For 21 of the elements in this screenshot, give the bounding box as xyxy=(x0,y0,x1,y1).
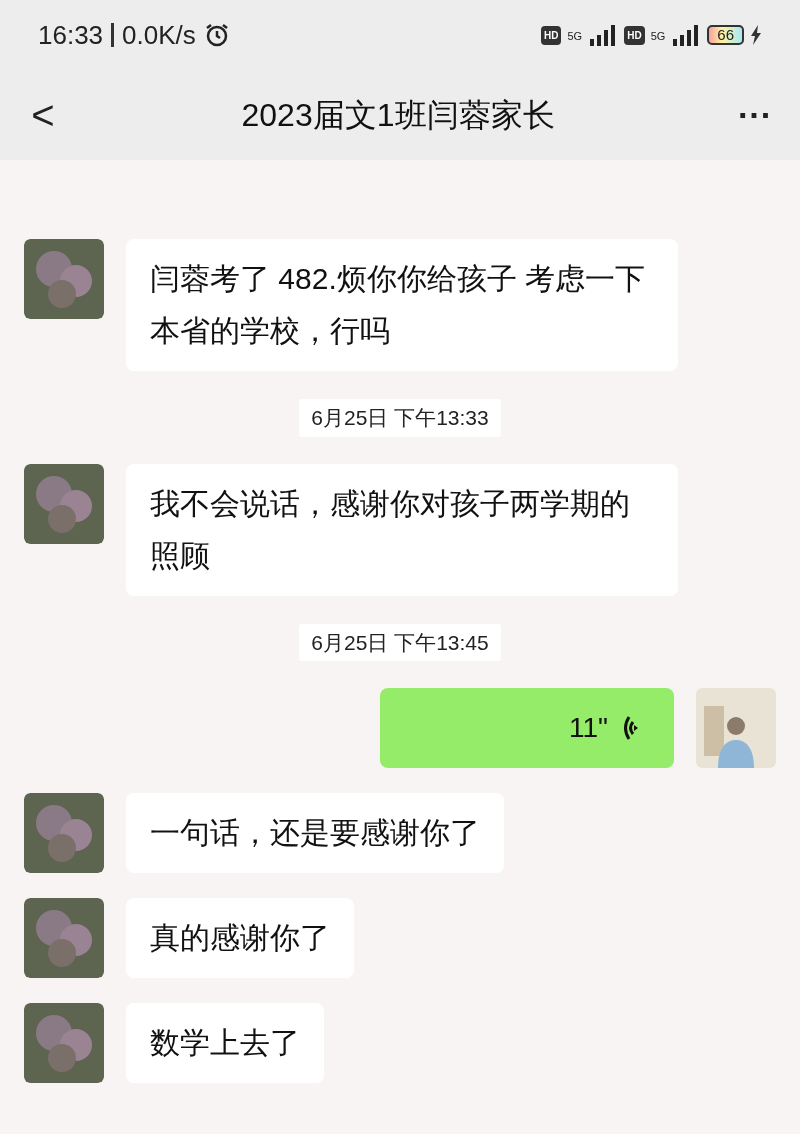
network-type: 5G xyxy=(567,29,583,44)
status-time: 16:33 xyxy=(38,18,104,52)
timestamp: 6月25日 下午13:45 xyxy=(299,623,501,661)
voice-wave-icon xyxy=(622,714,638,742)
chat-title: 2023届文1班闫蓉家长 xyxy=(241,96,555,135)
hd-badge: HD xyxy=(541,25,562,45)
message-bubble[interactable]: 闫蓉考了 482.烦你你给孩子 考虑一下本省的学校，行吗 xyxy=(126,239,678,371)
message-bubble[interactable]: 一句话，还是要感谢你了 xyxy=(126,793,504,873)
network-speed: 0.0K/s xyxy=(122,18,196,52)
voice-message[interactable]: 11" xyxy=(380,688,674,768)
network-type: 5G xyxy=(650,29,666,44)
divider-bar xyxy=(111,23,115,47)
message-bubble[interactable]: 数学上去了 xyxy=(126,1003,324,1083)
message-bubble[interactable]: 真的感谢你了 xyxy=(126,898,354,978)
hd-badge: HD xyxy=(624,25,645,45)
charging-icon xyxy=(750,25,762,45)
timestamp: 6月25日 下午13:33 xyxy=(299,399,501,437)
more-button[interactable]: ··· xyxy=(738,98,772,132)
message-bubble[interactable]: 我不会说话，感谢你对孩子两学期的照顾 xyxy=(126,463,678,596)
battery-level: 66 xyxy=(707,25,744,45)
back-button[interactable]: < xyxy=(28,95,58,135)
